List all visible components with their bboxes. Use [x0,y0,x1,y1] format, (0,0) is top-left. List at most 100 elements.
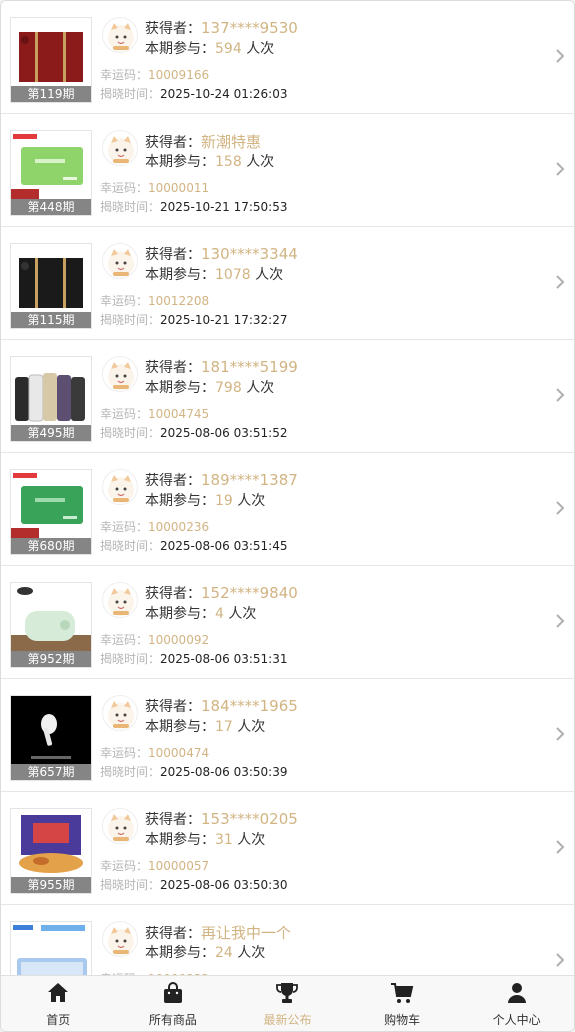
winner-avatar [102,356,138,392]
winner-label: 获得者： [145,812,201,828]
tab-all-products[interactable]: 所有商品 [116,976,231,1031]
winner-name: 184****1965 [201,697,298,715]
participation-line: 本期参与：158 人次 [145,151,274,171]
reveal-time-label: 揭晓时间： [100,200,161,214]
list-item[interactable]: 第495期 获得者：181****5199 本期参与：798 人次 幸运码：10… [1,340,574,453]
participation-label: 本期参与： [145,945,215,961]
winner-label: 获得者： [145,586,201,602]
participation-line: 本期参与：594 人次 [145,38,274,58]
chevron-right-icon [556,727,565,741]
jd-gift-card-icon [11,470,91,538]
list-item[interactable]: 第115期 获得者：130****3344 本期参与：1078 人次 幸运码：1… [1,227,574,340]
reveal-time: 2025-10-24 01:26:03 [160,87,288,101]
lucky-code: 10000057 [148,859,210,873]
reveal-time-line: 揭晓时间：2025-10-24 01:26:03 [100,85,287,102]
lucky-code-label: 幸运码： [100,181,149,195]
participation-line: 本期参与：31 人次 [145,829,265,849]
list-item[interactable]: 第657期 获得者：184****1965 本期参与：17 人次 幸运码：100… [1,679,574,792]
winner-name: 181****5199 [201,358,298,376]
snack-box-icon [11,809,91,877]
times-unit: 人次 [246,380,275,396]
winner-name: 189****1387 [201,471,298,489]
participation-label: 本期参与： [145,41,215,57]
list-item[interactable]: 第119期 获得者：137****9530 本期参与：594 人次 幸运码：10… [1,1,574,114]
winner-label: 获得者： [145,926,201,942]
winner-label: 获得者： [145,699,201,715]
winner-line: 获得者：184****1965 [145,696,298,716]
winner-name: 137****9530 [201,19,298,37]
winner-label: 获得者： [145,247,201,263]
reveal-time-label: 揭晓时间： [100,87,161,101]
winner-name: 再让我中一个 [201,924,292,942]
lucky-code-label: 幸运码： [100,407,149,421]
tab-latest-results[interactable]: 最新公布 [230,976,345,1031]
participation-label: 本期参与： [145,493,215,509]
tab-cart[interactable]: 购物车 [345,976,460,1031]
reveal-time-line: 揭晓时间：2025-08-06 03:51:45 [100,537,287,554]
winner-avatar [102,130,138,166]
speaker-icon [11,583,91,651]
product-thumbnail: 第952期 [10,582,92,668]
product-thumbnail: 第657期 [10,695,92,781]
reveal-time-line: 揭晓时间：2025-08-06 03:51:31 [100,650,287,667]
winner-avatar [102,17,138,53]
reveal-time: 2025-08-06 03:51:52 [160,426,288,440]
participation-count: 24 [215,945,233,961]
lucky-code: 10004745 [148,407,210,421]
jd-gift-card-icon [11,131,91,199]
participation-line: 本期参与：24 人次 [145,942,265,962]
list-item[interactable]: 第955期 获得者：153****0205 本期参与：31 人次 幸运码：100… [1,792,574,905]
winner-avatar [102,469,138,505]
phone-red-icon [11,18,91,86]
participation-label: 本期参与： [145,832,215,848]
period-badge: 第119期 [11,86,91,102]
product-thumbnail: 第115期 [10,243,92,329]
participation-line: 本期参与：798 人次 [145,377,274,397]
product-thumbnail: 第495期 [10,356,92,442]
lucky-code-line: 幸运码：10000092 [100,631,209,648]
participation-count: 798 [215,380,242,396]
lucky-code: 10012208 [148,294,210,308]
winner-list: 第119期 获得者：137****9530 本期参与：594 人次 幸运码：10… [1,1,574,1018]
list-item[interactable]: 第448期 获得者：新潮特惠 本期参与：158 人次 幸运码：10000011 … [1,114,574,227]
list-item[interactable]: 第952期 获得者：152****9840 本期参与：4 人次 幸运码：1000… [1,566,574,679]
chevron-right-icon [556,275,565,289]
winner-line: 获得者：189****1387 [145,470,298,490]
lucky-code: 10009166 [148,68,210,82]
tab-home[interactable]: 首页 [1,976,116,1031]
winner-avatar [102,695,138,731]
winner-line: 获得者：130****3344 [145,244,298,264]
lucky-code-line: 幸运码：10000236 [100,518,209,535]
winner-line: 获得者：153****0205 [145,809,298,829]
lucky-code-label: 幸运码： [100,746,149,760]
reveal-time-line: 揭晓时间：2025-10-21 17:50:53 [100,198,287,215]
participation-count: 594 [215,41,242,57]
times-unit: 人次 [255,267,284,283]
reveal-time-label: 揭晓时间： [100,878,161,892]
chevron-right-icon [556,49,565,63]
participation-line: 本期参与：19 人次 [145,490,265,510]
reveal-time-line: 揭晓时间：2025-08-06 03:51:52 [100,424,287,441]
reveal-time-label: 揭晓时间： [100,539,161,553]
lucky-code-label: 幸运码： [100,633,149,647]
lucky-code-line: 幸运码：10000474 [100,744,209,761]
lucky-code-line: 幸运码：10000011 [100,179,209,196]
times-unit: 人次 [237,719,266,735]
participation-line: 本期参与：1078 人次 [145,264,283,284]
lucky-code: 10000011 [148,181,210,195]
tab-profile[interactable]: 个人中心 [459,976,574,1031]
tab-label: 最新公布 [263,1013,312,1027]
lucky-code: 10000474 [148,746,210,760]
shopping-bag-icon [163,982,182,1003]
app-frame: 第119期 获得者：137****9530 本期参与：594 人次 幸运码：10… [0,0,575,1032]
participation-label: 本期参与： [145,154,215,170]
product-thumbnail: 第955期 [10,808,92,894]
list-item[interactable]: 第680期 获得者：189****1387 本期参与：19 人次 幸运码：100… [1,453,574,566]
lucky-code: 10000236 [148,520,210,534]
winner-label: 获得者： [145,21,201,37]
user-icon [507,983,526,1003]
tab-label: 个人中心 [492,1013,541,1027]
winner-label: 获得者： [145,135,201,151]
product-thumbnail: 第119期 [10,17,92,103]
times-unit: 人次 [246,41,275,57]
